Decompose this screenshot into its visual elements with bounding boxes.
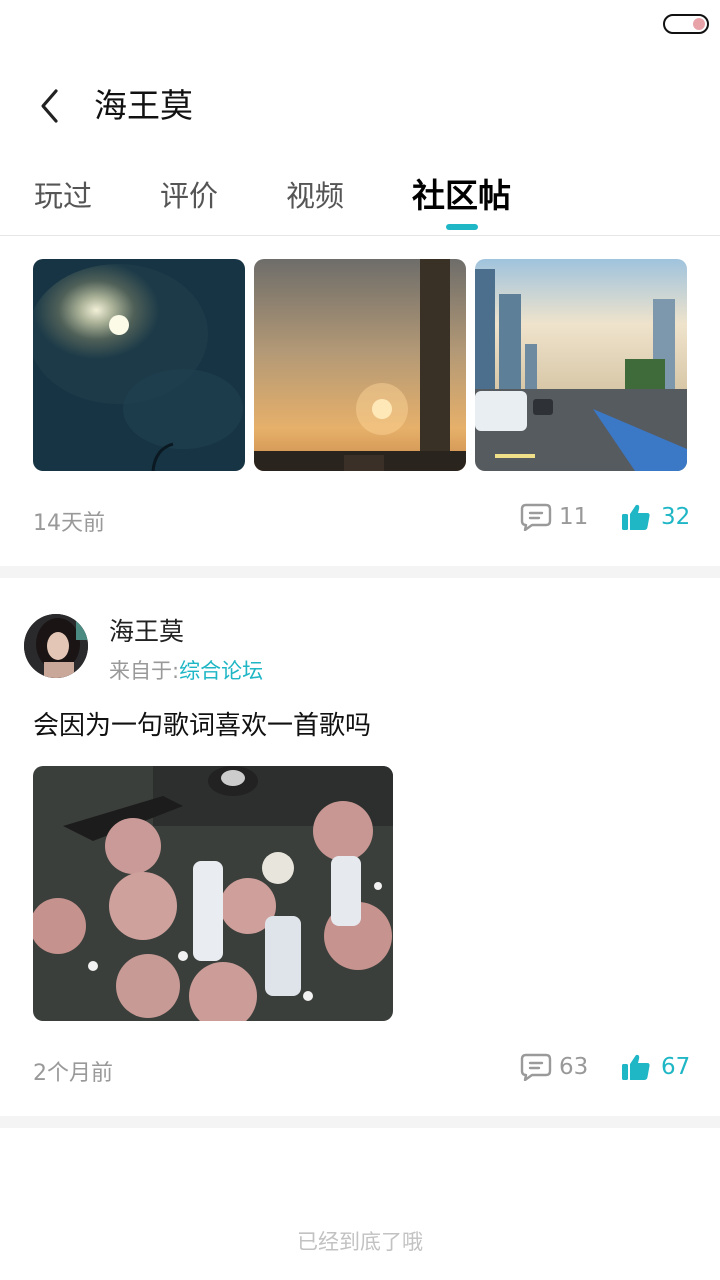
tab-community-posts[interactable]: 社区帖 xyxy=(412,168,511,228)
thumbs-up-icon[interactable] xyxy=(621,1053,651,1081)
page-title: 海王莫 xyxy=(94,86,193,125)
post-image-sunset[interactable] xyxy=(254,259,466,471)
like-count: 32 xyxy=(661,504,691,530)
end-of-list-text: 已经到底了哦 xyxy=(297,1230,423,1254)
comment-count: 63 xyxy=(559,1054,589,1080)
tab-videos[interactable]: 视频 xyxy=(286,168,344,228)
chevron-left-icon xyxy=(41,89,58,123)
divider xyxy=(0,235,720,236)
comment-icon[interactable] xyxy=(520,503,552,531)
section-divider xyxy=(0,1116,720,1128)
comment-count: 11 xyxy=(559,504,589,530)
status-bar xyxy=(0,0,720,48)
header: 海王莫 xyxy=(0,70,720,142)
source-prefix: 来自于: xyxy=(109,659,180,683)
tab-played[interactable]: 玩过 xyxy=(34,168,92,228)
post-image-city-street[interactable] xyxy=(475,259,687,471)
post-text[interactable]: 会因为一句歌词喜欢一首歌吗 xyxy=(33,705,371,742)
source-forum-link[interactable]: 综合论坛 xyxy=(179,659,263,683)
tab-reviews[interactable]: 评价 xyxy=(160,168,218,228)
comment-icon[interactable] xyxy=(520,1053,552,1081)
post-image-moon[interactable] xyxy=(33,259,245,471)
like-count: 67 xyxy=(661,1054,691,1080)
tab-bar: 玩过 评价 视频 社区帖 xyxy=(0,168,720,234)
post-time: 2个月前 xyxy=(33,1061,113,1086)
post-source: 来自于:综合论坛 xyxy=(109,655,263,685)
back-button[interactable] xyxy=(30,84,70,128)
avatar[interactable] xyxy=(24,614,88,678)
section-divider xyxy=(0,566,720,578)
post-image-roses[interactable] xyxy=(33,766,393,1021)
battery-icon xyxy=(663,14,709,34)
active-tab-indicator xyxy=(446,224,478,230)
thumbs-up-icon[interactable] xyxy=(621,503,651,531)
author-name[interactable]: 海王莫 xyxy=(109,612,184,648)
post-time: 14天前 xyxy=(33,511,105,536)
